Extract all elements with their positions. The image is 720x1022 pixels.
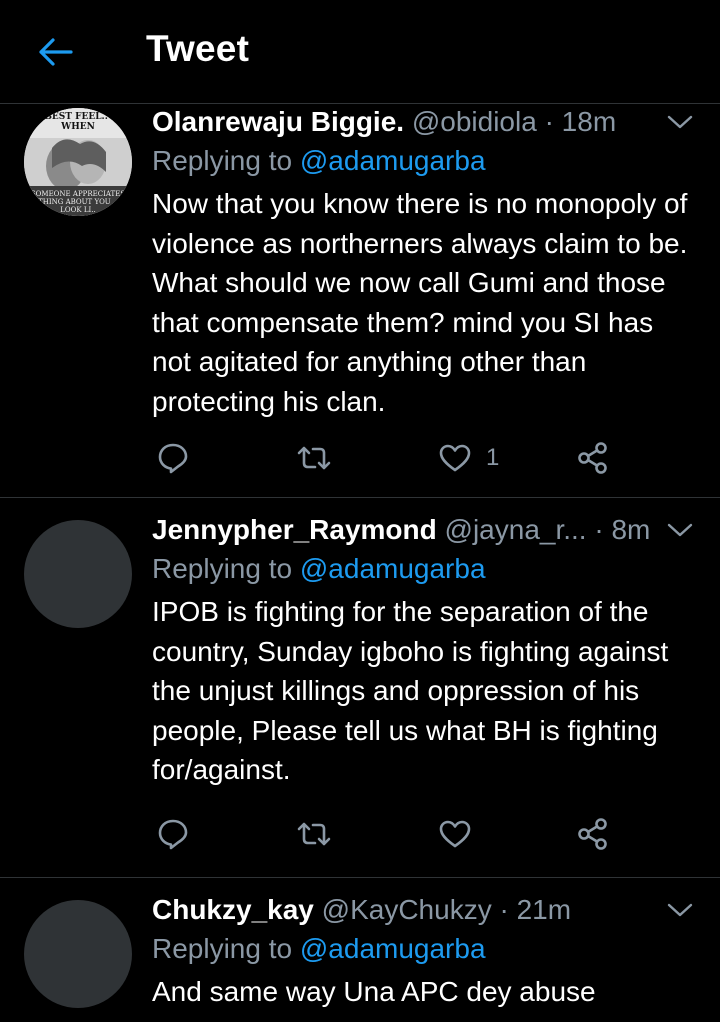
tweet-item[interactable]: E BEST FEEL.. IS WHEN SOMEONE APPRECIATE… [0, 104, 720, 498]
reply-button[interactable] [156, 438, 190, 478]
replying-to-label: Replying to [152, 933, 293, 964]
tweet-item[interactable]: Jennypher_Raymond @jayna_r... · 8m Reply… [0, 498, 720, 878]
replying-to-label: Replying to [152, 553, 293, 584]
tweet-actions: 1 [152, 438, 632, 478]
tweet-text: Now that you know there is no monopoly o… [152, 188, 688, 417]
tweet-header: Olanrewaju Biggie. @obidiola · 18m [152, 104, 696, 140]
retweet-icon [296, 443, 332, 473]
author-name[interactable]: Chukzy_kay [152, 894, 314, 925]
tweet-time: · 18m [544, 106, 617, 137]
retweet-button[interactable] [296, 814, 332, 854]
heart-icon [438, 819, 472, 849]
like-button[interactable] [438, 814, 486, 854]
app-bar: Tweet [0, 0, 720, 104]
avatar[interactable] [24, 520, 132, 628]
chevron-down-icon [667, 522, 693, 538]
tweet-item[interactable]: Chukzy_kay @KayChukzy · 21m Replying to … [0, 878, 720, 1022]
heart-icon [438, 443, 472, 473]
chevron-down-icon [667, 114, 693, 130]
reply-button[interactable] [156, 814, 190, 854]
replying-to: Replying to @adamugarba [152, 142, 696, 180]
tweet-menu-button[interactable] [664, 516, 696, 544]
replying-to-label: Replying to [152, 145, 293, 176]
tweet-actions [152, 814, 632, 854]
avatar-caption-bottom: SOMEONE APPRECIATES YTHING ABOUT YOU ..E… [30, 190, 126, 214]
author-handle[interactable]: @obidiola [412, 106, 537, 137]
share-icon [576, 817, 610, 851]
avatar-caption-top: E BEST FEEL.. IS WHEN [34, 112, 122, 132]
tweet-header: Jennypher_Raymond @jayna_r... · 8m [152, 512, 696, 548]
replying-to: Replying to @adamugarba [152, 930, 696, 968]
tweet-menu-button[interactable] [664, 108, 696, 136]
tweet-menu-button[interactable] [664, 896, 696, 924]
tweet-time: · 8m [594, 514, 651, 545]
comment-icon [156, 817, 190, 851]
tweet-content: Jennypher_Raymond @jayna_r... · 8m Reply… [152, 512, 696, 790]
retweet-icon [296, 819, 332, 849]
tweet-time: · 21m [499, 894, 572, 925]
back-button[interactable] [34, 30, 78, 74]
reply-feed: E BEST FEEL.. IS WHEN SOMEONE APPRECIATE… [0, 104, 720, 1022]
author-handle[interactable]: @KayChukzy [322, 894, 492, 925]
replying-to: Replying to @adamugarba [152, 550, 696, 588]
share-button[interactable] [576, 814, 610, 854]
author-name[interactable]: Olanrewaju Biggie. [152, 106, 404, 137]
tweet-header: Chukzy_kay @KayChukzy · 21m [152, 892, 696, 928]
tweet-content: Chukzy_kay @KayChukzy · 21m Replying to … [152, 892, 696, 1012]
replying-to-mention[interactable]: @adamugarba [300, 553, 486, 584]
tweet-text: And same way Una APC dey abuse [152, 976, 596, 1007]
page-title: Tweet [146, 28, 250, 69]
like-button[interactable]: 1 [438, 438, 499, 478]
like-count: 1 [486, 444, 500, 471]
chevron-down-icon [667, 902, 693, 918]
avatar[interactable] [24, 900, 132, 1008]
share-icon [576, 441, 610, 475]
replying-to-mention[interactable]: @adamugarba [300, 933, 486, 964]
arrow-left-icon [38, 37, 74, 67]
replying-to-mention[interactable]: @adamugarba [300, 145, 486, 176]
tweet-text: IPOB is fighting for the separation of t… [152, 596, 669, 785]
comment-icon [156, 441, 190, 475]
author-handle[interactable]: @jayna_r... [445, 514, 587, 545]
avatar[interactable]: E BEST FEEL.. IS WHEN SOMEONE APPRECIATE… [24, 108, 132, 216]
tweet-content: Olanrewaju Biggie. @obidiola · 18m Reply… [152, 104, 696, 421]
author-name[interactable]: Jennypher_Raymond [152, 514, 437, 545]
retweet-button[interactable] [296, 438, 332, 478]
share-button[interactable] [576, 438, 610, 478]
